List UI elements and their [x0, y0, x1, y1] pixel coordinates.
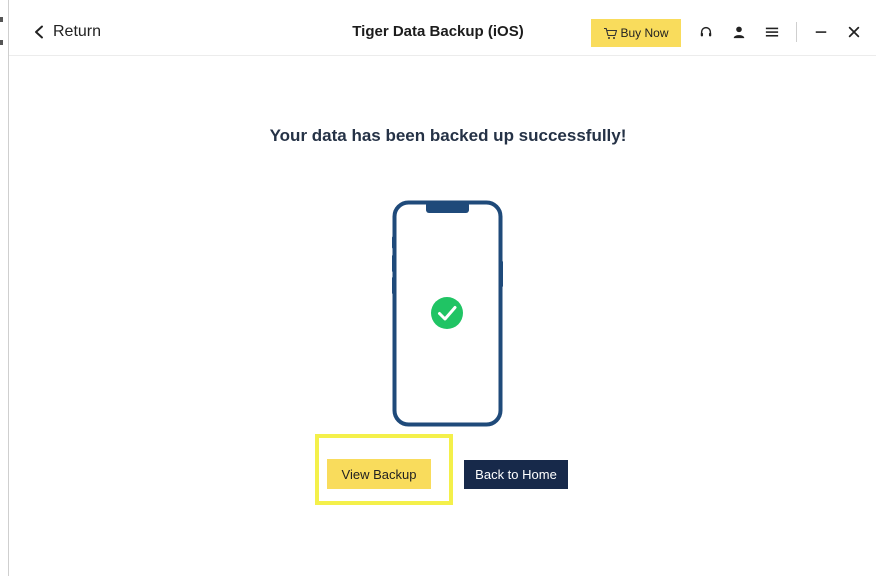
close-icon[interactable] — [846, 24, 862, 40]
edge-mark — [0, 17, 3, 22]
menu-icon[interactable] — [764, 24, 780, 40]
success-message: Your data has been backed up successfull… — [269, 126, 627, 145]
check-circle-icon — [431, 297, 463, 329]
phone-illustration — [392, 200, 503, 427]
chevron-left-icon — [35, 25, 43, 39]
return-label: Return — [53, 23, 102, 40]
window-left-edge — [8, 0, 9, 576]
titlebar-divider — [796, 22, 797, 42]
buy-now-button[interactable]: Buy Now — [591, 19, 681, 47]
minimize-icon[interactable] — [813, 24, 829, 40]
user-icon[interactable] — [731, 24, 747, 40]
headset-icon[interactable] — [698, 24, 714, 40]
buy-now-label: Buy Now — [620, 26, 669, 40]
view-backup-button[interactable]: View Backup — [327, 459, 431, 489]
return-button[interactable]: Return — [33, 20, 101, 44]
back-to-home-button[interactable]: Back to Home — [464, 460, 568, 489]
edge-mark — [0, 40, 3, 45]
phone-notch — [426, 202, 469, 213]
cart-icon — [604, 27, 618, 39]
title-bar: Return Buy Now — [9, 0, 876, 56]
